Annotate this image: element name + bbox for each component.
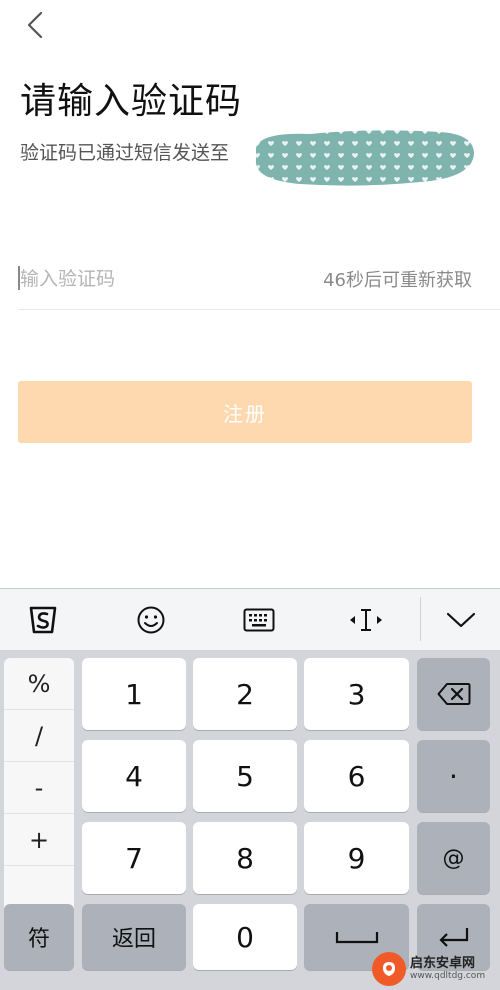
cursor-move-icon: [350, 609, 382, 631]
watermark-text: 启东安卓网 www.qdltdg.com: [410, 956, 485, 982]
key-5[interactable]: 5: [193, 740, 297, 812]
sogou-logo-icon: [29, 606, 57, 634]
code-input-row: 46秒后可重新获取: [18, 258, 500, 310]
resend-countdown[interactable]: 46秒后可重新获取: [323, 266, 472, 292]
key-7[interactable]: 7: [82, 822, 186, 894]
site-watermark: 启东安卓网 www.qdltdg.com: [372, 948, 500, 990]
back-button[interactable]: [18, 8, 52, 42]
symbols-key[interactable]: 符: [4, 904, 74, 970]
key-9[interactable]: 9: [304, 822, 409, 894]
key-3[interactable]: 3: [304, 658, 409, 730]
key-6[interactable]: 6: [304, 740, 409, 812]
key-2[interactable]: 2: [193, 658, 297, 730]
key-0[interactable]: 0: [193, 904, 297, 970]
delete-key[interactable]: [417, 658, 490, 730]
watermark-logo-icon: [372, 952, 406, 986]
masked-phone-number: [255, 130, 474, 186]
at-key[interactable]: @: [417, 822, 490, 894]
key-8[interactable]: 8: [193, 822, 297, 894]
emoji-button[interactable]: [126, 595, 176, 645]
symbol-panel: % / - +: [4, 658, 74, 918]
keyboard: % / - + 1 2 3 4 5 6 · 7 8 9 @ 符 返回 0: [0, 588, 500, 990]
toolbar-divider: [420, 597, 421, 641]
collapse-chevron-icon: [446, 612, 476, 628]
screen: 请输入验证码 验证码已通过短信发送至 46秒后可重新获取 注册: [0, 0, 500, 990]
keyboard-switch-button[interactable]: [234, 595, 284, 645]
symbol-key-percent[interactable]: %: [4, 658, 74, 710]
symbol-key-minus[interactable]: -: [4, 762, 74, 814]
space-icon: [335, 932, 378, 944]
keyboard-toolbar: [0, 588, 500, 650]
subtitle-row: 验证码已通过短信发送至: [20, 136, 229, 166]
key-4[interactable]: 4: [82, 740, 186, 812]
backspace-icon: [437, 683, 470, 705]
keyboard-icon: [243, 608, 275, 632]
watermark-en: www.qdltdg.com: [410, 971, 486, 981]
sms-sent-notice: 验证码已通过短信发送至: [20, 141, 230, 164]
watermark-cn: 启东安卓网: [410, 956, 476, 971]
sogou-logo-button[interactable]: [18, 595, 68, 645]
enter-icon: [438, 928, 468, 947]
symbol-key-slash[interactable]: /: [4, 710, 74, 762]
collapse-keyboard-button[interactable]: [436, 595, 486, 645]
register-button[interactable]: 注册: [18, 381, 472, 443]
symbol-key-plus[interactable]: +: [4, 814, 74, 866]
dot-key[interactable]: ·: [417, 740, 490, 812]
text-caret: [18, 266, 20, 290]
page-title: 请输入验证码: [20, 81, 243, 122]
return-key[interactable]: 返回: [82, 904, 186, 970]
verification-code-input[interactable]: [18, 258, 298, 300]
cursor-move-button[interactable]: [341, 595, 391, 645]
chevron-left-icon: [27, 11, 43, 39]
emoji-icon: [137, 606, 165, 634]
key-1[interactable]: 1: [82, 658, 186, 730]
